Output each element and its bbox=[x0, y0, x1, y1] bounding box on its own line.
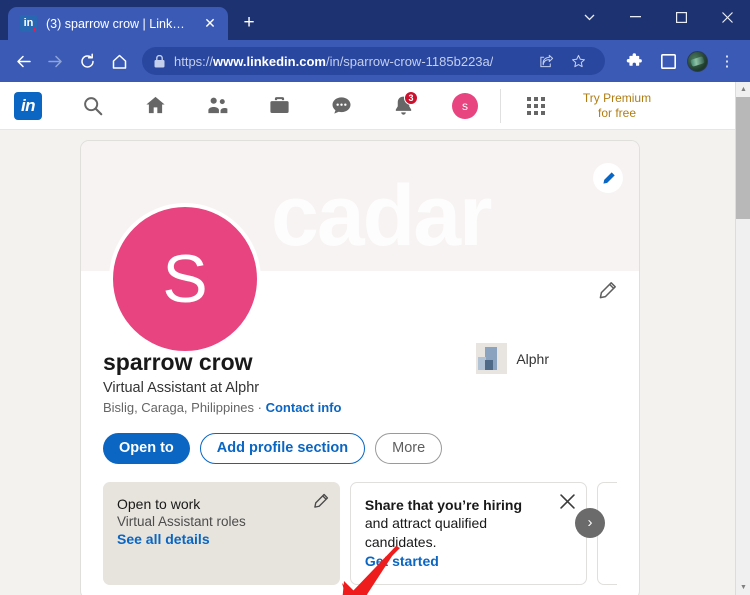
browser-tab[interactable]: in (3) sparrow crow | LinkedIn ✕ bbox=[8, 7, 228, 40]
nav-apps-grid-button[interactable] bbox=[505, 83, 567, 129]
alphr-logo-icon bbox=[476, 343, 508, 374]
network-icon bbox=[207, 97, 227, 114]
contact-info-link[interactable]: Contact info bbox=[266, 400, 342, 415]
hiring-promo-title-bold: Share that you’re hiring bbox=[364, 496, 523, 513]
premium-line-1: Try Premium bbox=[582, 90, 652, 105]
browser-toolbar: https://www.linkedin.com/in/sparrow-crow… bbox=[0, 40, 750, 82]
omnibox-actions bbox=[531, 46, 593, 76]
nav-home-button[interactable] bbox=[124, 83, 186, 129]
profile-location-row: Bislig, Caraga, Philippines · Contact in… bbox=[103, 400, 617, 415]
browser-profile-avatar[interactable] bbox=[687, 50, 708, 72]
forward-button[interactable] bbox=[40, 46, 70, 76]
tab-search-chevron-icon[interactable] bbox=[566, 0, 612, 34]
linkedin-global-nav: in 3 s Try Premium for free bbox=[0, 82, 735, 130]
url-text: https://www.linkedin.com/in/sparrow-crow… bbox=[174, 53, 494, 69]
pencil-icon bbox=[314, 493, 329, 508]
nav-messaging-button[interactable] bbox=[310, 83, 372, 129]
grid-icon bbox=[527, 96, 545, 115]
open-to-work-title: Open to work bbox=[117, 495, 201, 512]
nav-jobs-button[interactable] bbox=[248, 83, 310, 129]
linkedin-favicon-icon: in bbox=[20, 15, 37, 32]
banner-watermark: cadar bbox=[271, 168, 492, 264]
side-panel-icon[interactable] bbox=[653, 46, 683, 76]
try-premium-link[interactable]: Try Premium for free bbox=[571, 91, 663, 121]
bookmark-star-icon[interactable] bbox=[563, 46, 593, 76]
search-icon bbox=[84, 96, 103, 115]
home-button[interactable] bbox=[104, 46, 134, 76]
tab-title: (3) sparrow crow | LinkedIn bbox=[46, 16, 191, 31]
maximize-button[interactable] bbox=[658, 0, 704, 34]
edit-profile-button[interactable] bbox=[597, 281, 617, 306]
nav-me-avatar[interactable]: s bbox=[434, 83, 496, 129]
open-to-work-card[interactable]: Open to work Virtual Assistant roles See… bbox=[103, 481, 340, 586]
profile-action-buttons: Open to Add profile section More bbox=[103, 432, 617, 464]
toolbar-extras: ⋮ bbox=[613, 46, 742, 76]
address-bar[interactable]: https://www.linkedin.com/in/sparrow-crow… bbox=[142, 47, 605, 75]
close-icon bbox=[560, 493, 575, 509]
hiring-promo-title-rest: and attract qualified candidates. bbox=[364, 515, 488, 550]
minimize-button[interactable] bbox=[612, 0, 658, 34]
add-profile-section-button[interactable]: Add profile section bbox=[199, 432, 366, 464]
nav-notifications-button[interactable]: 3 bbox=[372, 83, 434, 129]
dismiss-hiring-promo-button[interactable] bbox=[560, 493, 575, 514]
browser-title-bar: in (3) sparrow crow | LinkedIn ✕ + bbox=[0, 0, 750, 40]
window-controls bbox=[566, 0, 750, 34]
share-icon[interactable] bbox=[531, 46, 561, 76]
edit-banner-button[interactable] bbox=[593, 163, 623, 193]
profile-location: Bislig, Caraga, Philippines bbox=[103, 399, 255, 415]
nav-search-button[interactable] bbox=[62, 83, 124, 129]
back-button[interactable] bbox=[8, 46, 38, 76]
scroll-up-arrow[interactable]: ▲ bbox=[736, 82, 750, 97]
lock-icon bbox=[154, 54, 165, 67]
location-separator: · bbox=[254, 399, 266, 415]
annotation-arrow bbox=[342, 546, 400, 595]
browser-window: in (3) sparrow crow | LinkedIn ✕ + https… bbox=[0, 0, 750, 595]
carousel-next-button[interactable]: › bbox=[575, 507, 605, 538]
nav-divider bbox=[500, 88, 501, 123]
browser-menu-icon[interactable]: ⋮ bbox=[712, 46, 742, 76]
extensions-puzzle-icon[interactable] bbox=[619, 46, 649, 76]
pencil-icon bbox=[602, 171, 615, 184]
profile-content: cadar S Alphr sparrow crow Virtual Assis… bbox=[0, 130, 750, 595]
profile-card: cadar S Alphr sparrow crow Virtual Assis… bbox=[80, 140, 640, 595]
avatar: s bbox=[452, 92, 478, 119]
scroll-down-arrow[interactable]: ▼ bbox=[736, 580, 750, 595]
open-to-button[interactable]: Open to bbox=[103, 432, 190, 464]
pencil-icon bbox=[599, 282, 616, 299]
home-icon bbox=[145, 96, 165, 114]
scrollbar-thumb[interactable] bbox=[736, 97, 750, 219]
company-name: Alphr bbox=[516, 350, 549, 367]
edit-open-to-work-button[interactable] bbox=[312, 493, 329, 515]
chat-icon bbox=[331, 97, 351, 114]
profile-photo[interactable]: S bbox=[109, 203, 261, 355]
new-tab-button[interactable]: + bbox=[234, 8, 264, 38]
hiring-promo-title: Share that you’re hiring and attract qua… bbox=[365, 496, 572, 552]
see-all-details-link[interactable]: See all details bbox=[117, 531, 210, 547]
tab-close-icon[interactable]: ✕ bbox=[200, 14, 220, 34]
profile-headline: Virtual Assistant at Alphr bbox=[103, 379, 260, 396]
close-window-button[interactable] bbox=[704, 0, 750, 34]
open-to-work-subtitle: Virtual Assistant roles bbox=[117, 514, 246, 530]
page-viewport: in 3 s Try Premium for free cadar S Alph… bbox=[0, 82, 750, 595]
tab-strip: in (3) sparrow crow | LinkedIn ✕ + bbox=[0, 0, 264, 40]
reload-button[interactable] bbox=[72, 46, 102, 76]
page-scrollbar[interactable]: ▲ ▼ bbox=[735, 82, 750, 595]
notification-badge: 3 bbox=[404, 90, 418, 105]
more-button[interactable]: More bbox=[375, 432, 443, 464]
briefcase-icon bbox=[269, 97, 289, 113]
premium-line-2: for free bbox=[597, 105, 636, 120]
linkedin-logo-icon[interactable]: in bbox=[14, 91, 42, 120]
current-company[interactable]: Alphr bbox=[476, 343, 549, 374]
nav-network-button[interactable] bbox=[186, 83, 248, 129]
